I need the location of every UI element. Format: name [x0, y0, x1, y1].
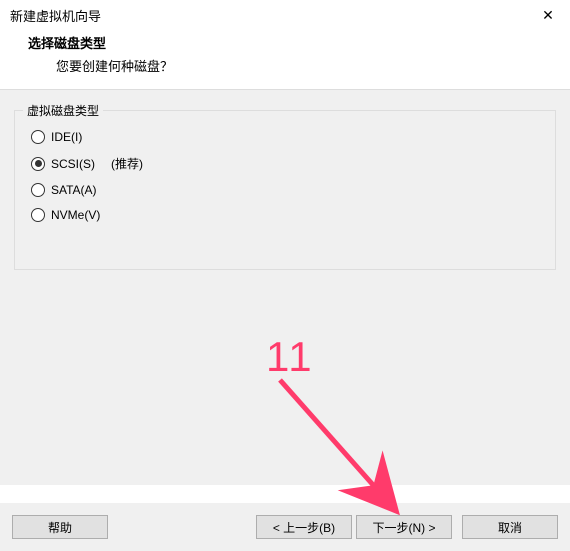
- window-title: 新建虚拟机向导: [10, 6, 101, 25]
- radio-label: SATA(A): [51, 183, 97, 197]
- radio-option-nvme[interactable]: NVMe(V): [31, 208, 541, 222]
- wizard-footer: 帮助 < 上一步(B) 下一步(N) > 取消: [0, 503, 570, 551]
- group-label: 虚拟磁盘类型: [23, 102, 103, 119]
- back-button[interactable]: < 上一步(B): [256, 515, 352, 539]
- radio-label: IDE(I): [51, 130, 82, 144]
- radio-label: SCSI(S): [51, 157, 95, 171]
- radio-label: NVMe(V): [51, 208, 100, 222]
- radio-icon: [31, 208, 45, 222]
- help-button[interactable]: 帮助: [12, 515, 108, 539]
- page-heading: 选择磁盘类型: [28, 33, 570, 52]
- radio-recommend: (推荐): [111, 155, 143, 172]
- radio-icon: [31, 157, 45, 171]
- radio-option-ide[interactable]: IDE(I): [31, 130, 541, 144]
- close-icon[interactable]: ✕: [538, 7, 558, 24]
- radio-option-scsi[interactable]: SCSI(S) (推荐): [31, 155, 541, 172]
- cancel-button[interactable]: 取消: [462, 515, 558, 539]
- next-button[interactable]: 下一步(N) >: [356, 515, 452, 539]
- wizard-header: 选择磁盘类型 您要创建何种磁盘？: [0, 29, 570, 89]
- disk-type-group: 虚拟磁盘类型 IDE(I) SCSI(S) (推荐) SATA(A) NVMe(…: [14, 110, 556, 270]
- page-subheading: 您要创建何种磁盘？: [28, 56, 570, 75]
- radio-option-sata[interactable]: SATA(A): [31, 183, 541, 197]
- radio-icon: [31, 130, 45, 144]
- main-panel: 虚拟磁盘类型 IDE(I) SCSI(S) (推荐) SATA(A) NVMe(…: [0, 90, 570, 485]
- radio-icon: [31, 183, 45, 197]
- titlebar: 新建虚拟机向导 ✕: [0, 0, 570, 29]
